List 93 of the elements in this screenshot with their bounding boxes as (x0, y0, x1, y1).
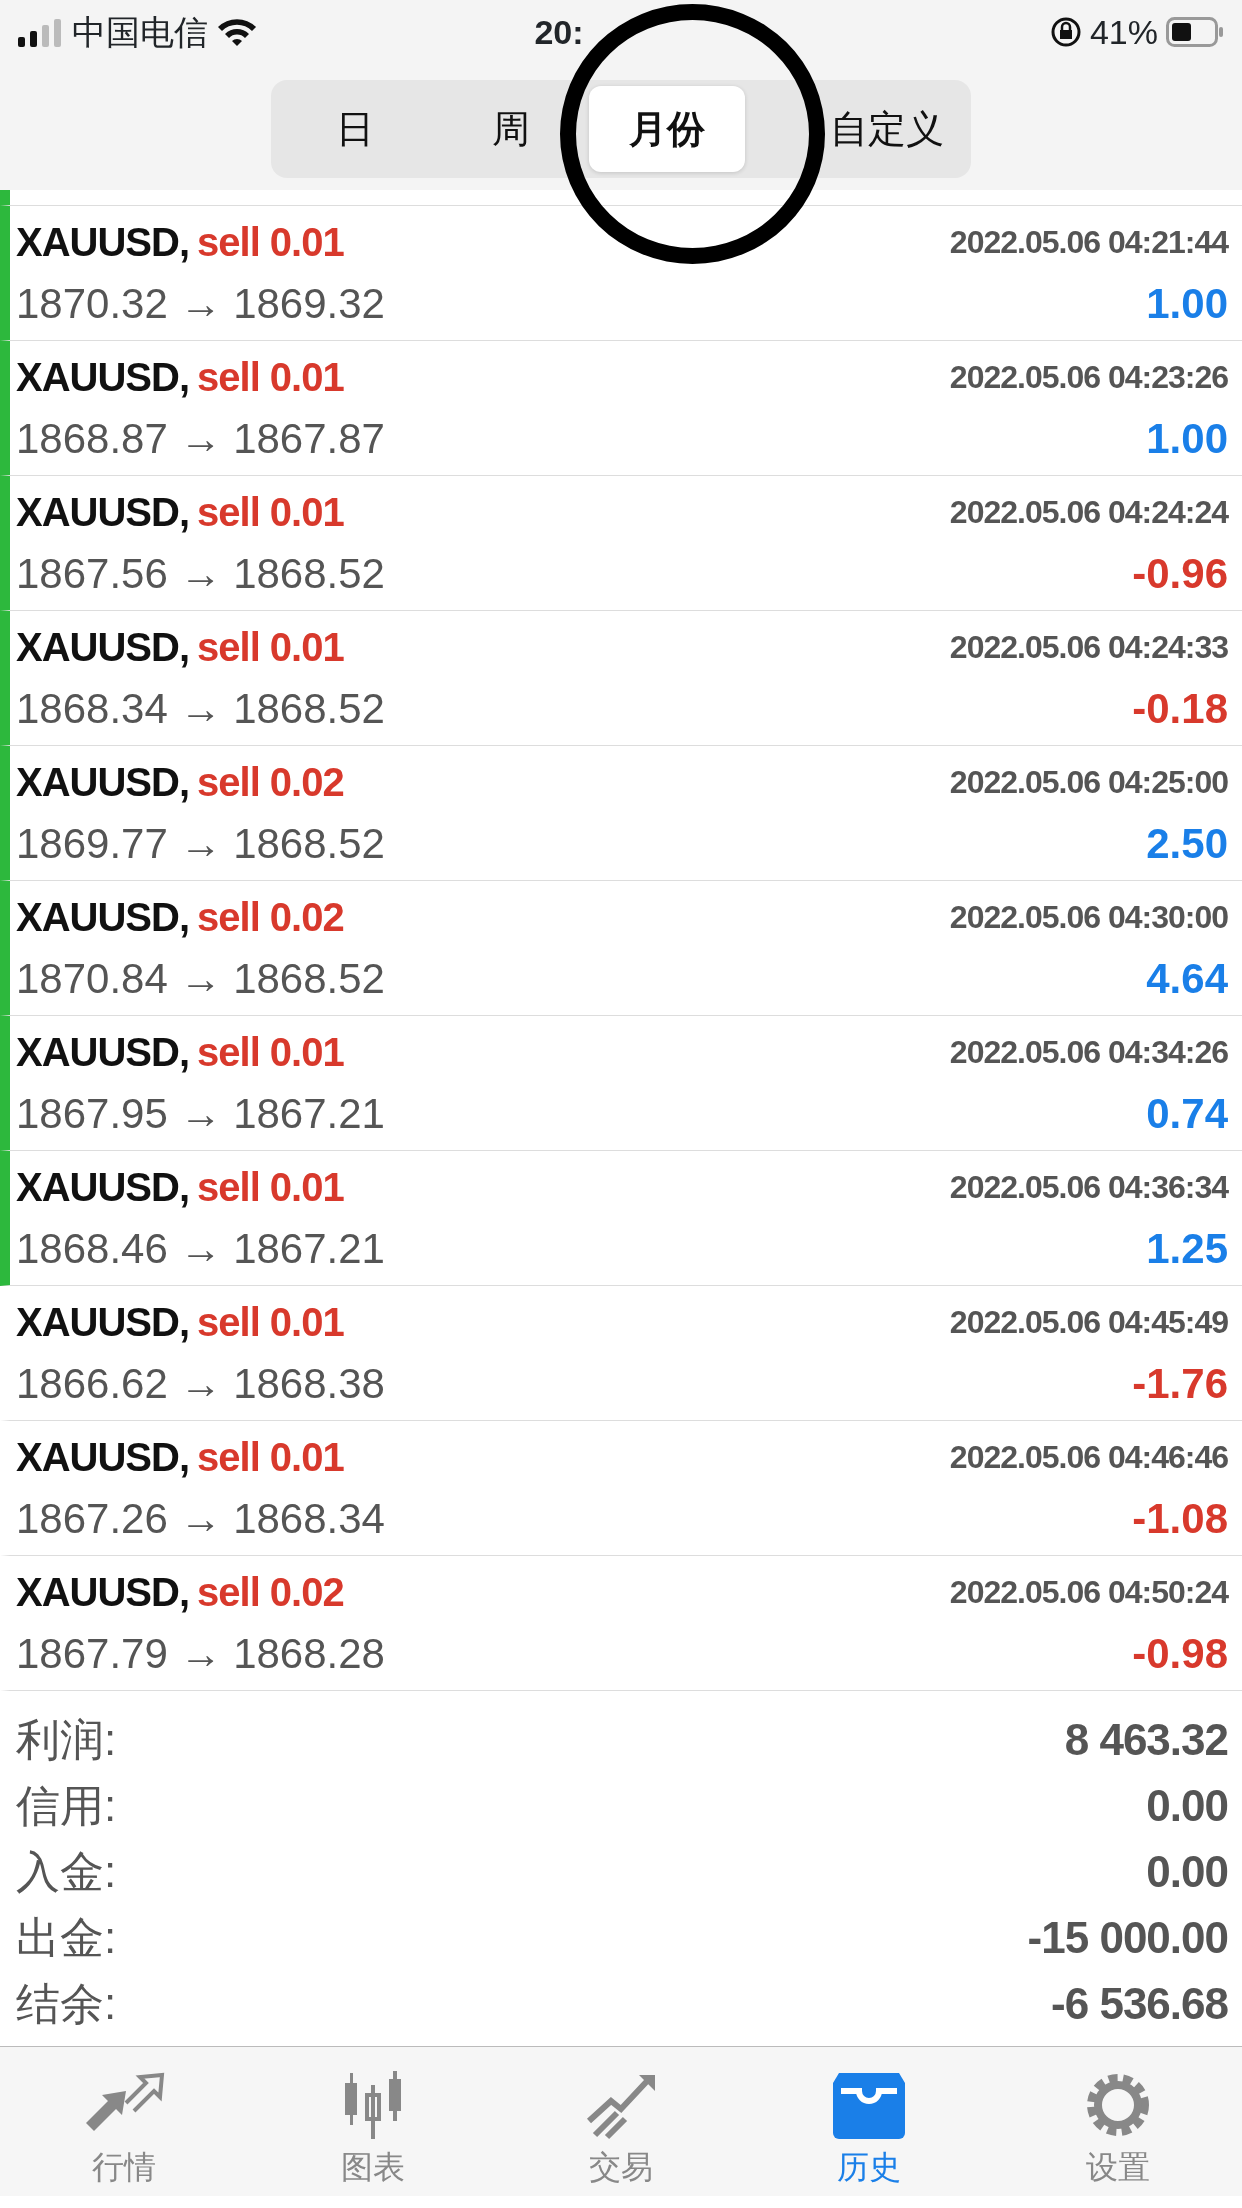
symbol-text: XAUUSD, (16, 489, 190, 536)
tab-label: 历史 (837, 2148, 902, 2187)
profit-value: -0.96 (1132, 549, 1228, 599)
order-side: sell 0.02 (197, 894, 344, 941)
profit-value: -0.18 (1132, 684, 1228, 734)
tab-label: 交易 (589, 2148, 653, 2187)
price-range: 1867.79 → 1868.28 (16, 1629, 385, 1679)
deal-row[interactable]: XAUUSD, sell 0.01 2022.05.06 04:24:33 1868.34 → 1868.52 -0.18 (0, 611, 1242, 746)
wifi-icon (216, 16, 258, 48)
deal-time: 2022.05.06 04:24:33 (949, 628, 1228, 667)
price-range: 1866.62 → 1868.38 (16, 1359, 385, 1409)
price-range: 1868.46 → 1867.21 (16, 1224, 385, 1274)
deal-row[interactable]: XAUUSD, sell 0.01 2022.05.06 04:23:26 1868.87 → 1867.87 1.00 (0, 341, 1242, 476)
symbol-text: XAUUSD, (16, 1569, 190, 1616)
tab-label: 行情 (92, 2148, 157, 2187)
deal-row[interactable]: XAUUSD, sell 0.01 2022.05.06 04:36:34 1868.46 → 1867.21 1.25 (0, 1151, 1242, 1286)
summary-value: -15 000.00 (1027, 1912, 1228, 1964)
deal-time: 2022.05.06 04:46:46 (949, 1438, 1228, 1477)
symbol-text: XAUUSD, (16, 1434, 190, 1481)
deal-time: 2022.05.06 04:50:24 (949, 1573, 1228, 1612)
deal-time: 2022.05.06 04:36:34 (949, 1168, 1228, 1207)
summary-label: 结余: (16, 1978, 117, 2030)
symbol-text: XAUUSD, (16, 894, 190, 941)
carrier-name: 中国电信 (72, 11, 208, 53)
deal-row[interactable]: XAUUSD, sell 0.02 2022.05.06 04:25:00 1869.77 → 1868.52 2.50 (0, 746, 1242, 881)
deal-time: 2022.05.06 04:25:00 (949, 763, 1228, 802)
deal-time: 2022.05.06 04:24:24 (949, 493, 1228, 532)
period-tab[interactable]: 自定义 (745, 86, 965, 172)
symbol-text: XAUUSD, (16, 759, 190, 806)
order-side: sell 0.01 (197, 354, 344, 401)
order-side: sell 0.01 (197, 1299, 344, 1346)
deal-row[interactable]: XAUUSD, sell 0.02 2022.05.06 04:30:00 1870.84 → 1868.52 4.64 (0, 881, 1242, 1016)
tab-label: 设置 (1085, 2148, 1150, 2187)
period-tab[interactable]: 日 (277, 86, 433, 172)
profit-value: 2.50 (1146, 819, 1228, 869)
battery-percent: 41% (1089, 11, 1158, 53)
summary-value: 0.00 (1146, 1846, 1228, 1898)
rotation-lock-icon (1049, 16, 1082, 48)
order-side: sell 0.01 (197, 1029, 344, 1076)
price-range: 1868.34 → 1868.52 (16, 684, 385, 734)
summary-label: 利润: (16, 1714, 117, 1766)
deal-row[interactable]: XAUUSD, sell 0.01 2022.05.06 04:46:46 1867.26 → 1868.34 -1.08 (0, 1421, 1242, 1556)
price-range: 1867.26 → 1868.34 (16, 1494, 385, 1544)
price-range: 1867.56 → 1868.52 (16, 549, 385, 599)
deal-time: 2022.05.06 04:34:26 (949, 1033, 1228, 1072)
symbol-text: XAUUSD, (16, 1029, 190, 1076)
deal-row[interactable]: XAUUSD, sell 0.01 2022.05.06 04:24:24 1867.56 → 1868.52 -0.96 (0, 476, 1242, 611)
summary-label: 信用: (16, 1780, 117, 1832)
profit-value: -0.98 (1132, 1629, 1228, 1679)
symbol-text: XAUUSD, (16, 1164, 190, 1211)
deal-time: 2022.05.06 04:21:44 (949, 223, 1228, 262)
profit-value: 4.64 (1146, 954, 1228, 1004)
tab-label: 图表 (340, 2148, 405, 2187)
profit-value: 1.00 (1146, 279, 1228, 329)
deal-row[interactable]: XAUUSD, sell 0.01 2022.05.06 04:21:44 1870.32 → 1869.32 1.00 (0, 206, 1242, 341)
profit-value: 0.74 (1146, 1089, 1228, 1139)
deal-row[interactable]: XAUUSD, sell 0.02 2022.05.06 04:50:24 1867.79 → 1868.28 -0.98 (0, 1556, 1242, 1691)
deal-time: 2022.05.06 04:23:26 (949, 358, 1228, 397)
summary-label: 出金: (16, 1912, 117, 1964)
price-range: 1867.95 → 1867.21 (16, 1089, 385, 1139)
order-side: sell 0.01 (197, 1164, 344, 1211)
summary-value: -6 536.68 (1051, 1978, 1228, 2030)
order-side: sell 0.02 (197, 1569, 344, 1616)
price-range: 1870.84 → 1868.52 (16, 954, 385, 1004)
deal-time: 2022.05.06 04:45:49 (949, 1303, 1228, 1342)
order-side: sell 0.01 (197, 1434, 344, 1481)
profit-value: -1.76 (1132, 1359, 1228, 1409)
profit-value: -1.08 (1132, 1494, 1228, 1544)
profit-value: 1.00 (1146, 414, 1228, 464)
deal-row[interactable]: XAUUSD, sell 0.01 2022.05.06 04:45:49 1866.62 → 1868.38 -1.76 (0, 1286, 1242, 1421)
symbol-text: XAUUSD, (16, 624, 190, 671)
price-range: 1870.32 → 1869.32 (16, 279, 385, 329)
summary-label: 入金: (16, 1846, 117, 1898)
price-range: 1869.77 → 1868.52 (16, 819, 385, 869)
signal-icon (18, 17, 64, 47)
battery-icon (1166, 17, 1224, 47)
symbol-text: XAUUSD, (16, 219, 190, 266)
period-tab[interactable]: 周 (433, 86, 589, 172)
summary-value: 0.00 (1146, 1780, 1228, 1832)
symbol-text: XAUUSD, (16, 354, 190, 401)
deal-time: 2022.05.06 04:30:00 (949, 898, 1228, 937)
order-side: sell 0.01 (197, 489, 344, 536)
summary-value: 8 463.32 (1064, 1714, 1228, 1766)
order-side: sell 0.01 (197, 219, 344, 266)
clock-time: 20: (534, 11, 584, 53)
order-side: sell 0.02 (197, 759, 344, 806)
order-side: sell 0.01 (197, 624, 344, 671)
price-range: 1868.87 → 1867.87 (16, 414, 385, 464)
period-tab[interactable]: 月份 (589, 86, 745, 172)
deal-row[interactable]: XAUUSD, sell 0.01 2022.05.06 04:34:26 1867.95 → 1867.21 0.74 (0, 1016, 1242, 1151)
symbol-text: XAUUSD, (16, 1299, 190, 1346)
tab-bar-item[interactable]: 历史 (745, 2047, 994, 2196)
profit-value: 1.25 (1146, 1224, 1228, 1274)
